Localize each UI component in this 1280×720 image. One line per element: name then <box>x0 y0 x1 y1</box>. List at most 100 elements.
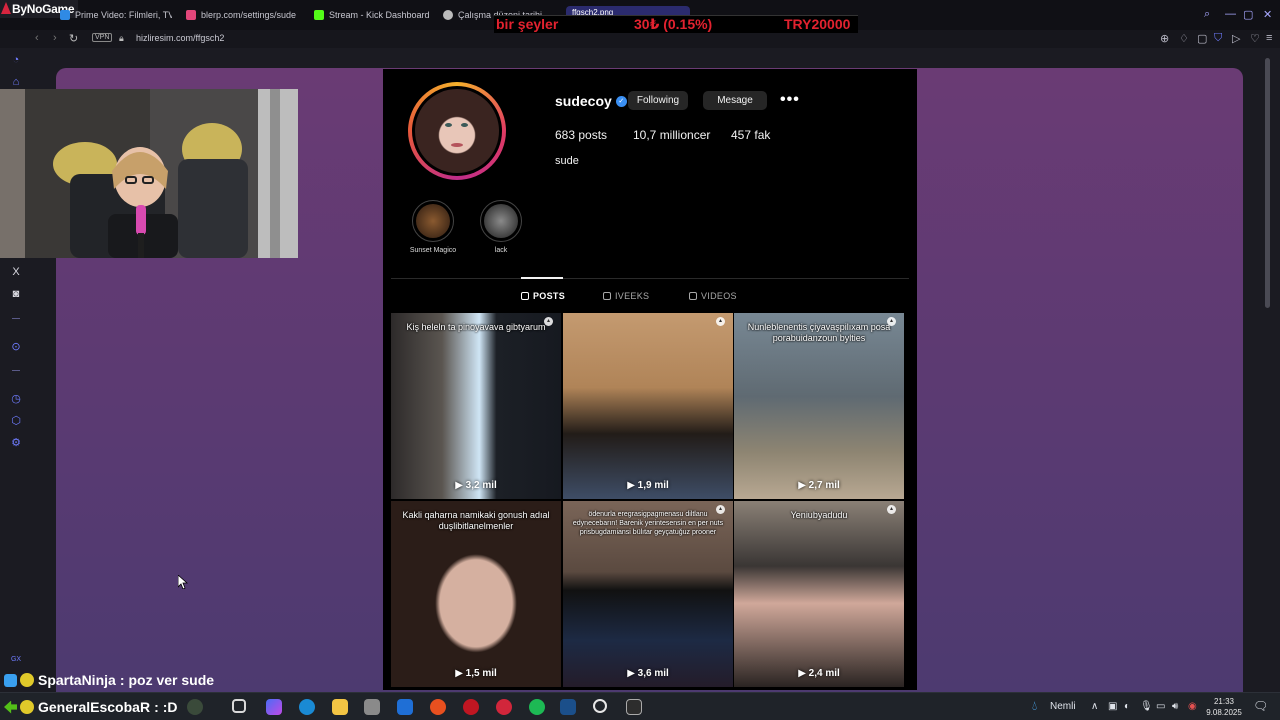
sidebar-history-icon[interactable]: ◔ <box>8 54 24 66</box>
active-tab-indicator <box>521 277 563 279</box>
tab-posts[interactable]: POSTS <box>521 291 565 301</box>
tab-label: blerp.com/settings/sude <box>201 10 297 20</box>
back-icon[interactable]: ‹ <box>35 32 39 44</box>
url-field[interactable]: hizliresim.com/ffgsch2 <box>136 33 224 43</box>
sidebar-more-icon[interactable]: GX <box>8 656 24 663</box>
tab-prime-video[interactable]: Prime Video: Filmleri, TV <box>60 4 172 26</box>
blerp-favicon-icon <box>186 10 196 20</box>
message-button[interactable]: Mesage <box>703 91 767 110</box>
tab-reels[interactable]: IVEEKS <box>603 291 649 301</box>
windows-taskbar: 💧︎ Nemli ∧ ▣ ◐ 🎙︎ ▭ 🔊︎ ◉ 21:33 9.08.2025… <box>0 692 1280 720</box>
maximize-icon[interactable]: ▢ <box>1243 8 1253 21</box>
task-view-icon[interactable] <box>232 699 246 713</box>
views-count: 3,2 mil <box>465 480 497 491</box>
following-count[interactable]: 457 fak <box>731 128 770 142</box>
tray-security-icon[interactable]: ◉ <box>1188 701 1197 712</box>
highlight-ring <box>480 200 522 242</box>
chat-message: SpartaNinja : poz ver sude <box>0 669 230 691</box>
followers-count[interactable]: 10,7 millioncer <box>633 128 710 142</box>
store-icon[interactable] <box>364 699 380 715</box>
post-caption: Yeniubyadudu <box>790 510 848 520</box>
tray-chevron-icon[interactable]: ∧ <box>1091 701 1098 712</box>
post-caption: Kakli qaharna namikaki gonush adıal duşl… <box>402 510 550 531</box>
video-icon <box>689 292 697 300</box>
heart-icon[interactable]: ♡ <box>1250 32 1260 45</box>
username-text: sudecoy <box>555 93 612 109</box>
highlight-lack[interactable]: lack <box>471 200 531 254</box>
post-tile[interactable]: Kakli qaharna namikaki gonush adıal duşl… <box>391 501 561 687</box>
obs-icon[interactable] <box>593 699 607 713</box>
bookmark-icon[interactable]: ♢ <box>1179 32 1189 45</box>
minimize-icon[interactable]: — <box>1225 8 1236 20</box>
highlight-sunset-magico[interactable]: Sunset Magico <box>403 200 463 254</box>
tab-videos[interactable]: VIDEOS <box>689 291 737 301</box>
post-tile[interactable]: ödenurla eregrasigpagmenasu diltlanu edy… <box>563 501 733 687</box>
search-tabs-icon[interactable]: ⌕ <box>1204 8 1210 21</box>
highlight-label: lack <box>494 247 508 254</box>
sidebar-x-icon[interactable]: X <box>8 266 24 278</box>
following-button[interactable]: Following <box>628 91 688 110</box>
play-icon[interactable]: ▷ <box>1232 32 1240 45</box>
chat-text: :D <box>162 699 178 715</box>
system-clock[interactable]: 21:33 9.08.2025 <box>1202 696 1246 718</box>
views-count: 2,4 mil <box>808 668 840 679</box>
chat-badge-icon <box>4 673 17 687</box>
tab-kick-dashboard[interactable]: Stream - Kick Dashboard <box>314 4 434 26</box>
notifications-icon[interactable]: 🗨︎ <box>1253 699 1268 713</box>
epic-games-icon[interactable] <box>626 699 642 715</box>
post-tile[interactable]: ▴ ▶ 1,9 mil <box>563 313 733 499</box>
opera-icon[interactable] <box>463 699 479 715</box>
close-icon[interactable]: ✕ <box>1263 8 1272 21</box>
file-explorer-icon[interactable] <box>332 699 348 715</box>
sidebar-bag-icon[interactable]: ⬡ <box>8 414 24 427</box>
more-options-icon[interactable]: ••• <box>780 91 800 109</box>
sidebar-settings-icon[interactable]: ⚙ <box>8 436 24 449</box>
steam-icon[interactable] <box>560 699 576 715</box>
opera-gx-icon[interactable] <box>496 699 512 715</box>
post-tile[interactable]: Nunleblenentis çiyavaşpilıxam posa porab… <box>734 313 904 499</box>
microphone-icon[interactable]: 🎙︎ <box>1140 701 1153 712</box>
vpn-badge[interactable]: VPN <box>92 33 113 42</box>
snapshot-icon[interactable]: ▢ <box>1197 32 1207 45</box>
highlight-label: Sunset Magico <box>409 247 457 254</box>
reload-icon[interactable]: ↻ <box>69 32 78 45</box>
sidebar-clock-icon[interactable]: ◷ <box>8 392 24 405</box>
donation-ticker: bir şeyler 30₺ (0.15%) TRY20000 <box>494 15 858 33</box>
page-scrollbar[interactable] <box>1265 58 1270 308</box>
pinned-icon: ▴ <box>716 505 725 514</box>
weather-icon[interactable]: 💧︎ <box>1032 698 1037 714</box>
post-views: ▶ 1,5 mil <box>455 668 497 679</box>
tray-app-icon[interactable]: ▣ <box>1108 701 1117 712</box>
volume-icon[interactable]: 🔊︎ <box>1172 701 1178 712</box>
sidebar-player-icon[interactable]: ⊙ <box>8 340 24 353</box>
sidebar-extension-icon[interactable]: ⌂ <box>8 76 24 88</box>
post-tile[interactable]: Kiş heleln ta pinoyavava gibtyarum ▴ ▶ 3… <box>391 313 561 499</box>
tray-app-icon[interactable]: ◐ <box>1124 701 1130 712</box>
menu-icon[interactable]: ≡ <box>1266 32 1272 44</box>
edge-icon[interactable] <box>299 699 315 715</box>
shield-icon[interactable]: ⛉ <box>1214 32 1222 45</box>
network-icon[interactable]: ▭ <box>1156 701 1165 712</box>
clock-time: 21:33 <box>1213 697 1235 706</box>
reels-icon <box>603 292 611 300</box>
views-count: 1,9 mil <box>637 480 669 491</box>
ticker-middle-text: 30₺ (0.15%) <box>634 16 713 32</box>
verified-badge-icon: ✓ <box>615 95 627 107</box>
globe-favicon-icon <box>443 10 453 20</box>
post-views: ▶ 2,7 mil <box>798 480 840 491</box>
profile-screenshot: sudecoy ✓ Following Mesage ••• 683 posts… <box>383 69 917 690</box>
spotify-icon[interactable] <box>529 699 545 715</box>
screen: ByNoGame Prime Video: Filmleri, TV blerp… <box>0 0 1280 720</box>
tab-blerp[interactable]: blerp.com/settings/sude <box>186 4 298 26</box>
forward-icon[interactable]: › <box>53 32 57 44</box>
views-count: 2,7 mil <box>808 480 840 491</box>
weather-label[interactable]: Nemli <box>1050 701 1076 712</box>
copilot-icon[interactable] <box>266 699 282 715</box>
firefox-icon[interactable] <box>430 699 446 715</box>
zoom-icon[interactable]: ⊕ <box>1160 32 1169 45</box>
pinned-icon: ▴ <box>716 317 725 326</box>
post-tile[interactable]: Yeniubyadudu ▴ ▶ 2,4 mil <box>734 501 904 687</box>
sidebar-discord-icon[interactable]: ◙ <box>8 288 24 300</box>
story-ring[interactable] <box>408 82 506 180</box>
outlook-icon[interactable] <box>397 699 413 715</box>
